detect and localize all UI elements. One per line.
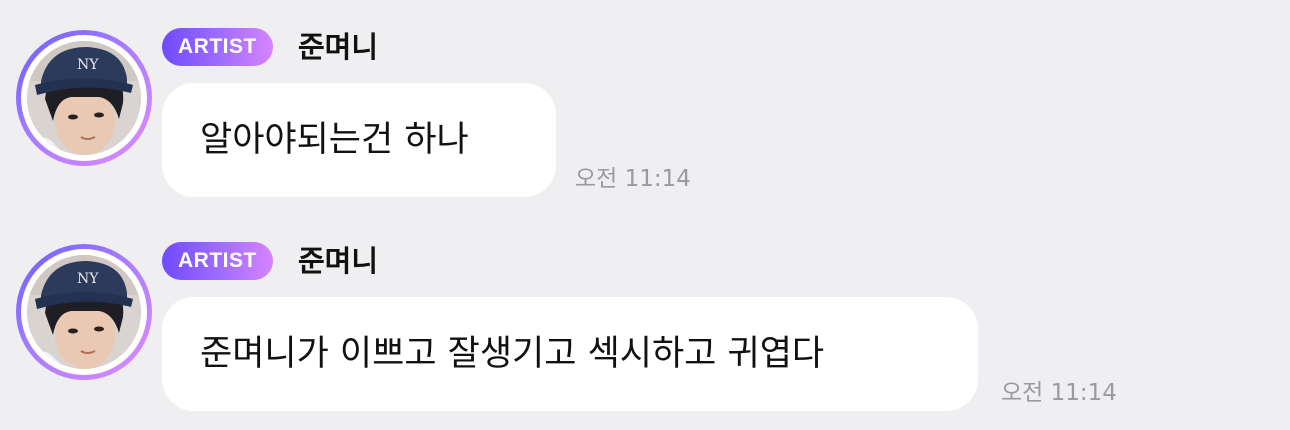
chat-message: NY ARTIST 준며니 알아야되는건 하나 오전 11:14 — [0, 26, 1290, 216]
svg-text:NY: NY — [77, 57, 99, 73]
sender-name[interactable]: 준며니 — [298, 26, 378, 68]
avatar-frame: NY — [21, 35, 147, 161]
artist-badge: ARTIST — [162, 242, 273, 280]
message-bubble[interactable]: 준며니가 이쁘고 잘생기고 섹시하고 귀엽다 — [162, 297, 978, 411]
avatar-frame: NY — [21, 249, 147, 375]
chat-message: NY ARTIST 준며니 준며니가 이쁘고 잘생기고 섹시하고 귀엽다 오전 … — [0, 240, 1290, 430]
profile-photo-icon: NY — [27, 41, 141, 155]
message-bubble[interactable]: 알아야되는건 하나 — [162, 83, 556, 197]
artist-badge: ARTIST — [162, 28, 273, 66]
profile-photo-icon: NY — [27, 255, 141, 369]
message-timestamp: 오전 11:14 — [575, 166, 691, 192]
svg-text:NY: NY — [77, 271, 99, 287]
avatar[interactable]: NY — [16, 244, 152, 380]
avatar[interactable]: NY — [16, 30, 152, 166]
message-timestamp: 오전 11:14 — [1001, 380, 1117, 406]
sender-name[interactable]: 준며니 — [298, 240, 378, 282]
